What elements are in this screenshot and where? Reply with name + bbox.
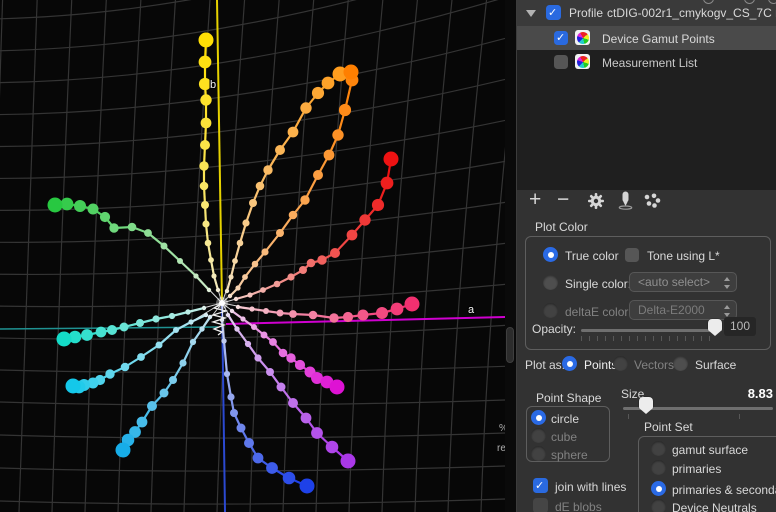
color-wheel-icon xyxy=(575,54,590,69)
layer2-label: Measurement List xyxy=(602,56,697,70)
plot-as-surface-label: Surface xyxy=(695,358,736,372)
size-slider-thumb[interactable] xyxy=(639,397,653,409)
layer2-checkbox[interactable] xyxy=(554,55,568,69)
svg-text:a: a xyxy=(468,304,475,316)
shape-cube-radio[interactable] xyxy=(531,428,546,443)
deltae-color-radio[interactable] xyxy=(543,303,558,318)
layer1-checkbox[interactable]: ✓ xyxy=(554,31,568,45)
single-color-label: Single color: xyxy=(565,277,631,291)
profile-value[interactable]: ctDIG-002r1_cmykogv_CS_7C no... xyxy=(607,6,776,20)
profile-row[interactable]: ✓ Profile ctDIG-002r1_cmykogv_CS_7C no..… xyxy=(517,0,776,26)
shape-sphere-radio[interactable] xyxy=(531,446,546,461)
opacity-slider-thumb[interactable] xyxy=(708,319,722,331)
opacity-label: Opacity: xyxy=(532,322,576,336)
point-set-primaries-secondaries-label: primaries & secondaries xyxy=(672,483,776,497)
profile-label: Profile xyxy=(569,6,603,20)
size-slider-tick xyxy=(739,414,740,419)
add-button[interactable]: + xyxy=(529,190,541,210)
gamut-plot-canvas[interactable]: ba%re xyxy=(0,0,505,512)
gamut-3d-plot[interactable]: ba%re xyxy=(0,0,505,512)
disclosure-triangle-icon[interactable] xyxy=(526,10,536,17)
check-icon: ✓ xyxy=(535,478,544,493)
plot-as-vectors-radio[interactable] xyxy=(613,356,628,371)
check-icon: ✓ xyxy=(556,31,565,45)
color-wheel-icon xyxy=(575,30,590,45)
point-set-primaries-secondaries-radio[interactable] xyxy=(651,481,666,496)
profile-checkbox[interactable]: ✓ xyxy=(546,5,561,20)
point-set-gamut-surface-radio[interactable] xyxy=(651,441,666,456)
dropper-icon[interactable] xyxy=(618,191,633,210)
join-with-lines-label: join with lines xyxy=(555,480,626,494)
de-blobs-checkbox[interactable] xyxy=(533,498,548,512)
opacity-slider-ticks xyxy=(581,336,712,341)
opacity-value: 100 xyxy=(724,317,756,336)
remove-button[interactable]: − xyxy=(557,190,569,210)
point-set-primaries-label: primaries xyxy=(672,462,721,476)
point-set-device-neutrals-radio[interactable] xyxy=(651,499,666,512)
gear-icon[interactable] xyxy=(587,192,605,210)
plot-color-title: Plot Color xyxy=(535,220,588,234)
point-shape-title: Point Shape xyxy=(536,391,601,405)
true-color-label: True color xyxy=(565,249,619,263)
plot-scrollbar-thumb[interactable] xyxy=(506,327,514,363)
tone-using-l-label: Tone using L* xyxy=(647,249,720,263)
single-color-value: <auto select> xyxy=(638,275,710,289)
single-color-dropdown[interactable]: <auto select> xyxy=(629,272,737,292)
plot-gap-strip xyxy=(505,0,516,512)
point-set-title: Point Set xyxy=(644,420,693,434)
shape-circle-radio[interactable] xyxy=(531,410,546,425)
true-color-radio[interactable] xyxy=(543,247,558,262)
point-set-primaries-radio[interactable] xyxy=(651,460,666,475)
point-set-gamut-surface-label: gamut surface xyxy=(672,443,748,457)
layer-row-device-gamut-points[interactable]: ✓ Device Gamut Points xyxy=(517,26,776,50)
svg-text:b: b xyxy=(210,79,216,91)
layer1-label: Device Gamut Points xyxy=(602,32,715,46)
shape-sphere-label: sphere xyxy=(551,448,588,462)
point-set-device-neutrals-label: Device Neutrals xyxy=(672,501,757,512)
opacity-slider-track[interactable] xyxy=(581,329,711,332)
svg-text:re: re xyxy=(497,443,505,454)
plot-as-label: Plot as: xyxy=(525,358,565,372)
colorthink-grapher-window: ba%re ✓ Profile ctDIG-002r1_cmykogv_CS_7… xyxy=(0,0,776,512)
deltae-value: Delta-E2000 xyxy=(638,303,705,317)
size-value: 8.83 xyxy=(739,386,773,401)
deltae-color-label: deltaE color: xyxy=(565,305,632,319)
single-color-radio[interactable] xyxy=(543,275,558,290)
layer-row-measurement-list[interactable]: Measurement List xyxy=(517,50,776,73)
settings-panel: ✓ Profile ctDIG-002r1_cmykogv_CS_7C no..… xyxy=(516,0,776,512)
points-cluster-icon[interactable] xyxy=(643,193,661,209)
deltae-dropdown[interactable]: Delta-E2000 xyxy=(629,300,737,320)
shape-circle-label: circle xyxy=(551,412,579,426)
de-blobs-label: dE blobs xyxy=(555,500,602,512)
size-slider-tick xyxy=(628,414,629,419)
check-icon: ✓ xyxy=(548,5,557,20)
plot-as-vectors-label: Vectors xyxy=(634,358,674,372)
join-with-lines-checkbox[interactable]: ✓ xyxy=(533,478,548,493)
tone-using-l-checkbox[interactable] xyxy=(625,248,639,262)
plot-as-surface-radio[interactable] xyxy=(673,356,688,371)
shape-cube-label: cube xyxy=(551,430,577,444)
popup-chevrons-icon xyxy=(723,275,731,291)
plot-as-points-radio[interactable] xyxy=(562,356,577,371)
